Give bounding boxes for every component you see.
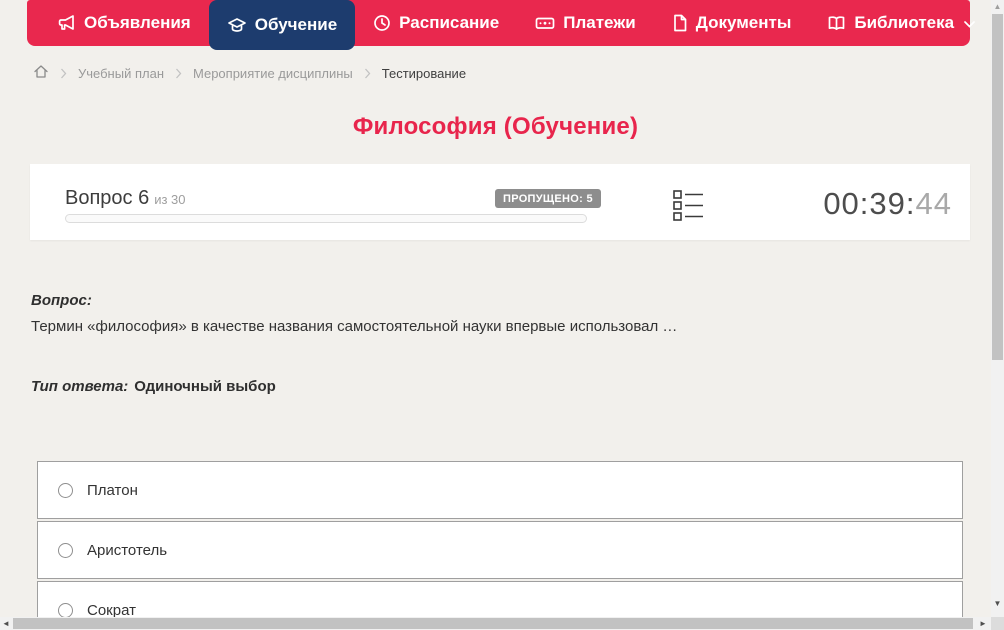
answer-option-aristotel[interactable]: Аристотель: [37, 521, 963, 579]
payments-icon: [535, 14, 555, 32]
question-text: Термин «философия» в качестве названия с…: [31, 318, 678, 335]
nav-tab-label: Документы: [695, 13, 792, 32]
breadcrumb-item-discipline-event[interactable]: Мероприятие дисциплины: [193, 66, 353, 81]
answer-option-sokrat[interactable]: Сократ: [37, 581, 963, 617]
quiz-page: Объявления Обучение Расписание Платежи Д…: [0, 0, 1004, 630]
clock-icon: [373, 14, 391, 32]
scroll-down-icon[interactable]: ▼: [991, 598, 1004, 610]
main-navbar: Объявления Обучение Расписание Платежи Д…: [27, 0, 975, 50]
scroll-right-icon[interactable]: ►: [977, 617, 989, 630]
answer-type-value: Одиночный выбор: [134, 378, 276, 395]
nav-tab-announcements[interactable]: Объявления: [39, 0, 209, 46]
nav-tab-label: Объявления: [84, 13, 191, 32]
book-icon: [827, 14, 846, 32]
horizontal-scrollbar-thumb[interactable]: [13, 618, 973, 629]
nav-tab-payments[interactable]: Платежи: [517, 0, 654, 46]
question-list-icon[interactable]: [673, 189, 705, 223]
nav-tab-schedule[interactable]: Расписание: [355, 0, 517, 46]
radio-button[interactable]: [58, 542, 73, 558]
megaphone-icon: [57, 14, 76, 32]
timer-seconds: 44: [915, 186, 952, 221]
nav-tab-learning[interactable]: Обучение: [208, 0, 356, 50]
timer: 00:39:44: [823, 186, 952, 222]
skipped-badge: ПРОПУЩЕНО: 5: [495, 189, 601, 208]
question-heading: Вопрос:: [31, 292, 92, 309]
scrollbar-corner: [991, 617, 1004, 630]
question-header-panel: Вопрос 6 из 30 ПРОПУЩЕНО: 5 00:39:44: [30, 164, 970, 240]
answer-option-platon[interactable]: Платон: [37, 461, 963, 519]
nav-tab-library[interactable]: Библиотека: [809, 0, 991, 46]
horizontal-scrollbar[interactable]: ◄ ►: [0, 617, 991, 630]
vertical-scrollbar-thumb[interactable]: [992, 14, 1003, 360]
chevron-down-icon: [964, 21, 975, 28]
answer-type-label: Тип ответа:: [31, 378, 129, 395]
nav-tab-label: Расписание: [399, 13, 500, 32]
nav-tab-label: Обучение: [254, 15, 338, 34]
nav-tab-documents[interactable]: Документы: [654, 0, 810, 46]
scroll-up-icon[interactable]: ▲: [991, 1, 1004, 13]
radio-button[interactable]: [58, 602, 73, 617]
vertical-scrollbar[interactable]: ▲ ▼: [991, 0, 1004, 617]
option-label: Платон: [87, 481, 138, 499]
option-label: Сократ: [87, 601, 136, 618]
page-content: Объявления Обучение Расписание Платежи Д…: [0, 0, 991, 617]
question-number: Вопрос 6 из 30: [65, 187, 186, 209]
option-label: Аристотель: [87, 541, 168, 559]
question-total: из 30: [154, 192, 186, 207]
breadcrumb-separator-icon: [175, 68, 182, 79]
breadcrumb-separator-icon: [60, 68, 67, 79]
radio-button[interactable]: [58, 482, 73, 498]
answer-options: Платон Аристотель Сократ: [37, 461, 963, 617]
page-title: Философия (Обучение): [352, 113, 639, 140]
breadcrumb-item-testing: Тестирование: [381, 65, 467, 81]
breadcrumb: Учебный план Мероприятие дисциплины Тест…: [33, 59, 466, 87]
breadcrumb-separator-icon: [364, 68, 371, 79]
home-icon[interactable]: [33, 64, 49, 82]
progress-bar: [65, 214, 587, 223]
answer-type: Тип ответа: Одиночный выбор: [31, 378, 276, 395]
graduation-cap-icon: [227, 16, 247, 34]
nav-tab-label: Библиотека: [854, 13, 955, 32]
scroll-left-icon[interactable]: ◄: [0, 617, 12, 630]
breadcrumb-item-curriculum[interactable]: Учебный план: [78, 66, 164, 81]
nav-tab-label: Платежи: [563, 13, 636, 32]
timer-minutes: 00:39:: [823, 186, 916, 221]
document-icon: [672, 14, 688, 32]
